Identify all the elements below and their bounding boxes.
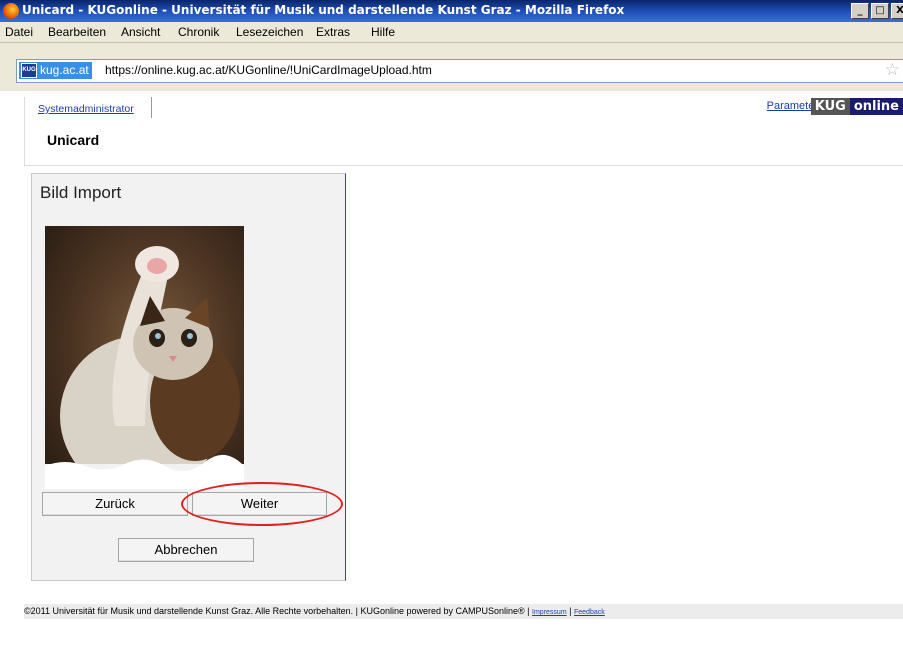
menu-datei[interactable]: Datei (5, 25, 33, 39)
highlight-circle-annotation (181, 482, 343, 526)
navigation-toolbar: KUG kug.ac.at https://online.kug.ac.at/K… (0, 43, 903, 91)
minimize-button[interactable]: _ (851, 3, 869, 19)
kitten-photo-image (45, 226, 244, 489)
menu-bearbeiten[interactable]: Bearbeiten (48, 25, 106, 39)
address-bar[interactable]: KUG kug.ac.at https://online.kug.ac.at/K… (16, 59, 903, 83)
footer-separator: | (566, 606, 574, 616)
logo-kug: KUG (810, 98, 850, 115)
impressum-link[interactable]: Impressum (532, 609, 567, 616)
back-button[interactable]: Zurück (42, 492, 188, 516)
url-text[interactable]: https://online.kug.ac.at/KUGonline/!UniC… (105, 63, 432, 77)
logo-online: online (849, 98, 903, 115)
window-titlebar: Unicard - KUGonline - Universität für Mu… (0, 0, 903, 22)
firefox-icon (3, 3, 19, 19)
maximize-button[interactable]: □ (871, 3, 889, 19)
window-title: Unicard - KUGonline - Universität für Mu… (22, 3, 625, 17)
page-footer: ©2011 Universität für Musik und darstell… (24, 604, 903, 619)
site-favicon-icon: KUG (21, 63, 37, 78)
menu-chronik[interactable]: Chronik (178, 25, 219, 39)
feedback-link[interactable]: Feedback (574, 609, 605, 616)
page-title: Unicard (47, 132, 100, 148)
uploaded-photo-preview (45, 226, 244, 489)
panel-title: Bild Import (40, 183, 122, 202)
menu-bar: Datei Bearbeiten Ansicht Chronik Lesezei… (0, 22, 903, 43)
menu-hilfe[interactable]: Hilfe (371, 25, 395, 39)
window-controls: _ □ X (851, 3, 903, 19)
footer-copyright: ©2011 Universität für Musik und darstell… (24, 606, 533, 616)
menu-lesezeichen[interactable]: Lesezeichen (236, 25, 303, 39)
cancel-button[interactable]: Abbrechen (118, 538, 254, 562)
site-identity-label: kug.ac.at (40, 63, 89, 77)
menu-extras[interactable]: Extras (316, 25, 350, 39)
bookmark-star-icon[interactable]: ☆ (885, 60, 900, 80)
kugonline-logo: KUG online (810, 98, 903, 115)
site-identity-button[interactable]: KUG kug.ac.at (19, 62, 92, 79)
close-button[interactable]: X (891, 3, 903, 19)
menu-ansicht[interactable]: Ansicht (121, 25, 160, 39)
page-header: Systemadministrator Unicard Parameter KU… (24, 97, 903, 166)
nav-tab-systemadministrator[interactable]: Systemadministrator (25, 97, 152, 118)
